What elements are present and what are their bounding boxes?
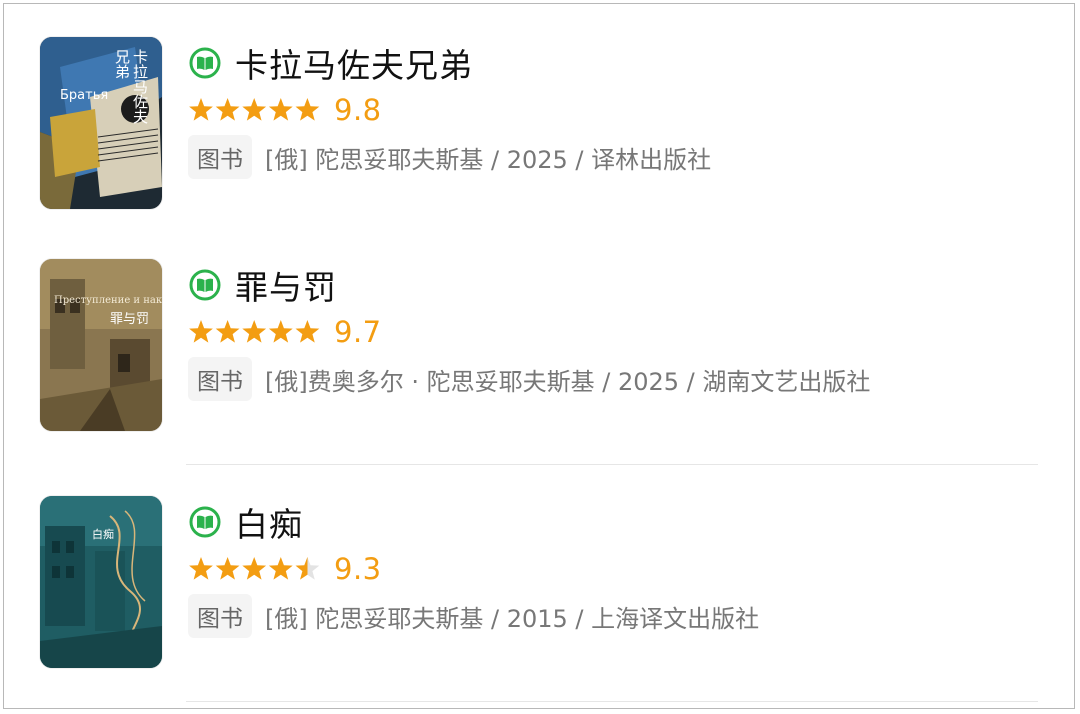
rating-score: 9.8 xyxy=(334,93,382,127)
cover-chinese-title: 卡拉马佐夫 xyxy=(131,49,149,124)
rating-row: 9.7 xyxy=(188,315,382,349)
category-tag: 图书 xyxy=(188,357,252,401)
book-result-item[interactable]: Преступление и наказание 罪与罚 罪与罚 9.7 图书 … xyxy=(4,259,1076,439)
cover-russian-title: Братья xyxy=(60,88,108,103)
star-icon xyxy=(295,98,320,121)
title-row: 卡拉马佐夫兄弟 xyxy=(189,43,473,85)
book-search-results: Братья 卡拉马佐夫 兄弟 卡拉马佐夫兄弟 9.8 图书 [俄] 陀思妥耶夫… xyxy=(3,3,1075,709)
category-tag: 图书 xyxy=(188,594,252,638)
book-result-item[interactable]: 白痴 白痴 9.3 图书 [俄] 陀思妥耶夫斯基 / 2015 / 上海译文出版… xyxy=(4,496,1076,676)
green-book-icon xyxy=(189,269,221,301)
star-icon xyxy=(268,98,293,121)
book-meta: [俄] 陀思妥耶夫斯基 / 2025 / 译林出版社 xyxy=(265,145,712,174)
star-icon xyxy=(242,557,267,580)
star-icon xyxy=(268,320,293,343)
star-icon xyxy=(215,320,240,343)
book-cover-image: Преступление и наказание 罪与罚 xyxy=(40,259,162,431)
title-row: 白痴 xyxy=(189,502,303,544)
category-tag: 图书 xyxy=(188,135,252,179)
cover-chinese-title-2: 兄弟 xyxy=(113,49,131,79)
book-cover-image: Братья 卡拉马佐夫 兄弟 xyxy=(40,37,162,209)
star-icon xyxy=(189,98,213,121)
star-icon xyxy=(242,320,267,343)
star-icon xyxy=(295,557,320,580)
meta-row: 图书 [俄] 陀思妥耶夫斯基 / 2025 / 译林出版社 xyxy=(188,135,712,179)
green-book-icon xyxy=(189,506,221,538)
title-row: 罪与罚 xyxy=(189,265,337,307)
star-rating xyxy=(188,556,322,582)
book-title[interactable]: 罪与罚 xyxy=(235,261,337,309)
book-title[interactable]: 白痴 xyxy=(235,498,303,546)
book-meta: [俄]费奥多尔 · 陀思妥耶夫斯基 / 2025 / 湖南文艺出版社 xyxy=(265,367,871,396)
book-cover[interactable]: 白痴 xyxy=(40,496,162,668)
meta-row: 图书 [俄]费奥多尔 · 陀思妥耶夫斯基 / 2025 / 湖南文艺出版社 xyxy=(188,357,871,401)
star-icon xyxy=(189,557,213,580)
star-icon xyxy=(215,98,240,121)
star-icon xyxy=(295,320,320,343)
cover-russian-title: Преступление и наказание xyxy=(54,295,162,306)
book-cover[interactable]: Братья 卡拉马佐夫 兄弟 xyxy=(40,37,162,209)
rating-row: 9.3 xyxy=(188,552,382,586)
rating-score: 9.7 xyxy=(334,315,382,349)
book-result-item[interactable]: Братья 卡拉马佐夫 兄弟 卡拉马佐夫兄弟 9.8 图书 [俄] 陀思妥耶夫… xyxy=(4,37,1076,217)
star-rating xyxy=(188,319,322,345)
list-divider xyxy=(186,701,1038,702)
green-book-icon xyxy=(189,47,221,79)
rating-score: 9.3 xyxy=(334,552,382,586)
star-icon xyxy=(268,557,293,580)
star-icon xyxy=(189,320,213,343)
star-icon xyxy=(242,98,267,121)
cover-chinese-title: 罪与罚 xyxy=(110,312,149,327)
book-cover[interactable]: Преступление и наказание 罪与罚 xyxy=(40,259,162,431)
meta-row: 图书 [俄] 陀思妥耶夫斯基 / 2015 / 上海译文出版社 xyxy=(188,594,760,638)
rating-row: 9.8 xyxy=(188,93,382,127)
book-meta: [俄] 陀思妥耶夫斯基 / 2015 / 上海译文出版社 xyxy=(265,604,760,633)
star-icon xyxy=(215,557,240,580)
star-rating xyxy=(188,97,322,123)
cover-chinese-title: 白痴 xyxy=(92,527,114,541)
book-title[interactable]: 卡拉马佐夫兄弟 xyxy=(235,39,473,87)
list-divider xyxy=(186,464,1038,465)
book-cover-image: 白痴 xyxy=(40,496,162,668)
